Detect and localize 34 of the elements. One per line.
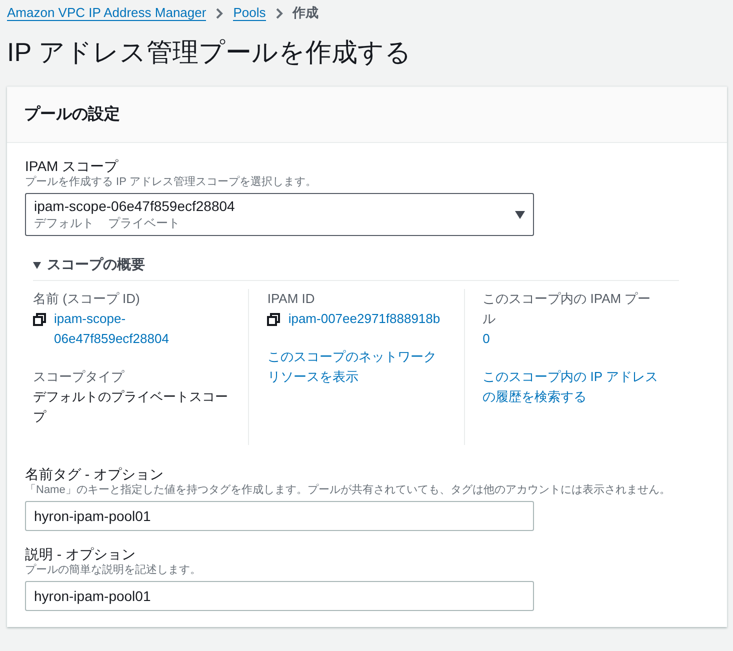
input-field[interactable]: hyron-ipam-pool01 [25, 581, 534, 611]
select-tag: プライベート [108, 215, 180, 232]
input-field[interactable]: hyron-ipam-pool01 [25, 501, 534, 531]
scope-select[interactable]: ipam-scope-06e47f859ecf28804 デフォルト プライベート [25, 193, 534, 236]
detail-value: デフォルトのプライベートスコープ [33, 388, 229, 426]
field-hint: 「Name」のキーと指定した値を持つタグを作成します。プールが共有されていても、タグは他のアカウントには表示されません。 [25, 483, 672, 498]
breadcrumb-link[interactable]: Pools [233, 5, 266, 21]
field-label: IPAM スコープ [25, 157, 120, 175]
detail-label: IPAM ID [267, 290, 316, 308]
section-title: スコープの概要 [47, 256, 145, 274]
select-tag: デフォルト [34, 215, 94, 232]
field-hint: プールの簡単な説明を記述します。 [25, 563, 202, 578]
chevron-right-icon [276, 8, 283, 18]
detail-link[interactable]: このスコープのネットワークリソースを表示 [267, 347, 446, 387]
page-title: IP アドレス管理プールを作成する [7, 36, 412, 68]
field-label: 説明 - オプション [25, 545, 136, 563]
breadcrumb-link[interactable]: Amazon VPC IP Address Manager [7, 5, 206, 21]
dropdown-icon [515, 210, 525, 218]
section-header[interactable]: スコープの概要 [33, 256, 679, 281]
panel-title: プールの設定 [7, 87, 727, 143]
copy-icon[interactable] [33, 313, 46, 326]
detail-label: 名前 (スコープ ID) [33, 290, 141, 308]
field-hint: プールを作成する IP アドレス管理スコープを選択します。 [25, 175, 318, 190]
field-label: 名前タグ - オプション [25, 465, 164, 483]
detail-link[interactable]: このスコープ内の IP アドレスの履歴を検索する [482, 367, 661, 407]
detail-label: スコープタイプ [33, 368, 126, 386]
detail-label: このスコープ内の IPAM プール [482, 290, 652, 328]
breadcrumb-current: 作成 [292, 4, 319, 22]
chevron-right-icon [216, 8, 224, 18]
detail-link[interactable]: ipam-scope-06e47f859ecf28804 [54, 309, 230, 349]
copy-icon[interactable] [267, 313, 280, 326]
detail-link[interactable]: 0 [482, 329, 661, 349]
select-value: ipam-scope-06e47f859ecf28804 [34, 197, 236, 215]
detail-link[interactable]: ipam-007ee2971f888918b [288, 309, 440, 329]
